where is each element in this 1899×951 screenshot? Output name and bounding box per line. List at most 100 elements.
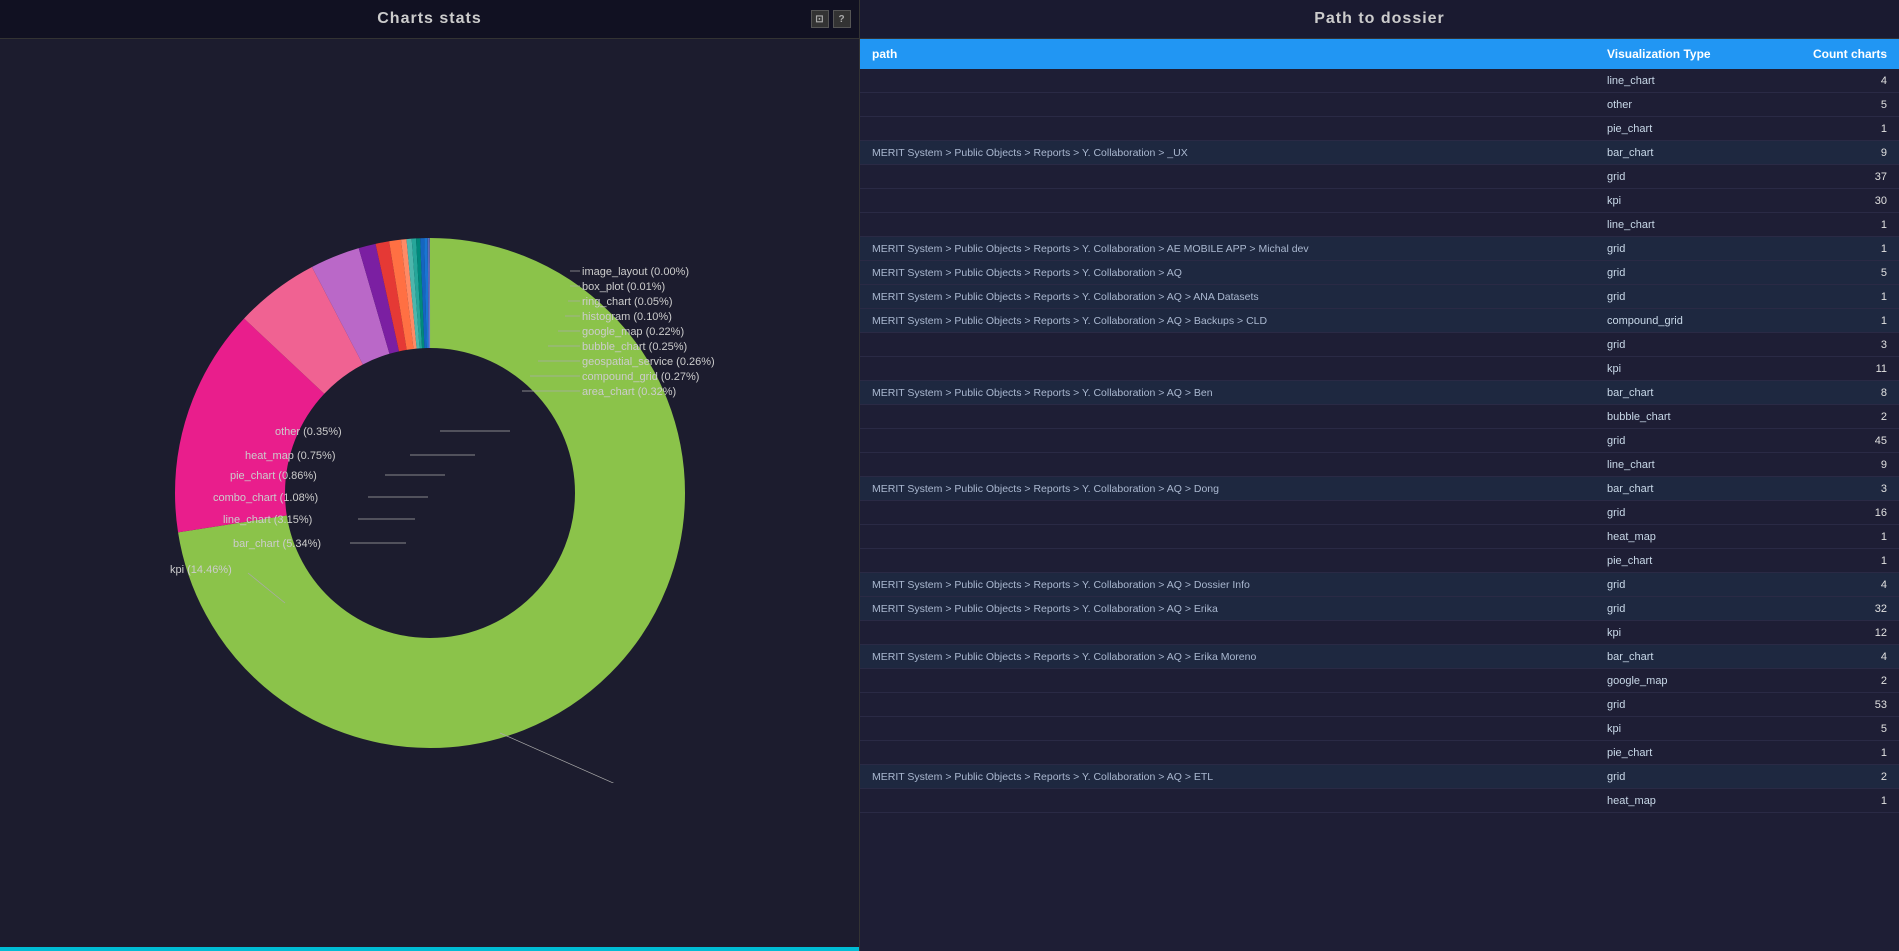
- svg-text:combo_chart (1.08%): combo_chart (1.08%): [213, 492, 318, 504]
- svg-text:geospatial_service (0.26%): geospatial_service (0.26%): [582, 356, 715, 368]
- table-row: MERIT System > Public Objects > Reports …: [860, 573, 1899, 597]
- col-path-header: path: [872, 47, 1607, 61]
- cell-viz-type: kpi: [1607, 627, 1787, 639]
- cell-count: 5: [1787, 267, 1887, 279]
- cell-count: 16: [1787, 507, 1887, 519]
- cell-count: 2: [1787, 771, 1887, 783]
- cell-path: MERIT System > Public Objects > Reports …: [872, 243, 1607, 255]
- col-count-header: Count charts: [1787, 47, 1887, 61]
- table-row: MERIT System > Public Objects > Reports …: [860, 309, 1899, 333]
- cell-viz-type: grid: [1607, 771, 1787, 783]
- cell-viz-type: compound_grid: [1607, 315, 1787, 327]
- cell-viz-type: line_chart: [1607, 459, 1787, 471]
- table-row: line_chart 4: [860, 69, 1899, 93]
- cell-viz-type: pie_chart: [1607, 123, 1787, 135]
- cell-count: 32: [1787, 603, 1887, 615]
- cell-path: MERIT System > Public Objects > Reports …: [872, 291, 1607, 303]
- table-row: kpi 11: [860, 357, 1899, 381]
- cell-path: MERIT System > Public Objects > Reports …: [872, 267, 1607, 279]
- table-row: grid 53: [860, 693, 1899, 717]
- cell-viz-type: heat_map: [1607, 531, 1787, 543]
- cell-count: 1: [1787, 219, 1887, 231]
- cell-viz-type: grid: [1607, 243, 1787, 255]
- cell-count: 1: [1787, 795, 1887, 807]
- chart-area: image_layout (0.00%) box_plot (0.01%) ri…: [0, 39, 859, 947]
- cell-path: MERIT System > Public Objects > Reports …: [872, 651, 1607, 663]
- cell-count: 4: [1787, 75, 1887, 87]
- table-row: google_map 2: [860, 669, 1899, 693]
- cell-viz-type: heat_map: [1607, 795, 1787, 807]
- cell-viz-type: grid: [1607, 435, 1787, 447]
- table-row: bubble_chart 2: [860, 405, 1899, 429]
- table-row: MERIT System > Public Objects > Reports …: [860, 765, 1899, 789]
- cell-count: 45: [1787, 435, 1887, 447]
- cell-viz-type: grid: [1607, 267, 1787, 279]
- restore-icon[interactable]: ⊡: [811, 10, 829, 28]
- svg-text:bubble_chart (0.25%): bubble_chart (0.25%): [582, 341, 687, 353]
- cell-count: 30: [1787, 195, 1887, 207]
- cell-count: 1: [1787, 243, 1887, 255]
- table-row: grid 16: [860, 501, 1899, 525]
- cell-count: 1: [1787, 531, 1887, 543]
- cell-count: 4: [1787, 579, 1887, 591]
- svg-text:ring_chart (0.05%): ring_chart (0.05%): [582, 296, 673, 308]
- cell-path: MERIT System > Public Objects > Reports …: [872, 387, 1607, 399]
- cell-count: 2: [1787, 411, 1887, 423]
- table-row: MERIT System > Public Objects > Reports …: [860, 477, 1899, 501]
- cell-count: 53: [1787, 699, 1887, 711]
- cell-count: 4: [1787, 651, 1887, 663]
- svg-text:bar_chart (5.34%): bar_chart (5.34%): [233, 538, 321, 550]
- cell-viz-type: grid: [1607, 291, 1787, 303]
- header-icons: ⊡ ?: [811, 10, 851, 28]
- cell-count: 1: [1787, 555, 1887, 567]
- cell-count: 9: [1787, 147, 1887, 159]
- table-row: MERIT System > Public Objects > Reports …: [860, 645, 1899, 669]
- help-icon[interactable]: ?: [833, 10, 851, 28]
- table-row: MERIT System > Public Objects > Reports …: [860, 285, 1899, 309]
- cell-count: 12: [1787, 627, 1887, 639]
- cell-path: MERIT System > Public Objects > Reports …: [872, 579, 1607, 591]
- table-row: line_chart 9: [860, 453, 1899, 477]
- cell-count: 5: [1787, 99, 1887, 111]
- table-row: pie_chart 1: [860, 549, 1899, 573]
- left-title: Charts stats: [377, 10, 481, 28]
- table-row: kpi 12: [860, 621, 1899, 645]
- table-row: grid 37: [860, 165, 1899, 189]
- cell-count: 3: [1787, 339, 1887, 351]
- table-row: MERIT System > Public Objects > Reports …: [860, 597, 1899, 621]
- cell-viz-type: bar_chart: [1607, 147, 1787, 159]
- cell-viz-type: line_chart: [1607, 219, 1787, 231]
- svg-text:line_chart (3.15%): line_chart (3.15%): [223, 514, 312, 526]
- cell-count: 1: [1787, 315, 1887, 327]
- table-row: kpi 5: [860, 717, 1899, 741]
- svg-text:google_map (0.22%): google_map (0.22%): [582, 326, 684, 338]
- table-row: other 5: [860, 93, 1899, 117]
- cell-viz-type: pie_chart: [1607, 555, 1787, 567]
- table-row: heat_map 1: [860, 789, 1899, 813]
- cell-viz-type: kpi: [1607, 363, 1787, 375]
- table-body[interactable]: line_chart 4 other 5 pie_chart 1 MERIT S…: [860, 69, 1899, 951]
- cell-path: MERIT System > Public Objects > Reports …: [872, 483, 1607, 495]
- svg-text:image_layout (0.00%): image_layout (0.00%): [582, 266, 689, 278]
- table-row: pie_chart 1: [860, 117, 1899, 141]
- table-row: MERIT System > Public Objects > Reports …: [860, 261, 1899, 285]
- cell-viz-type: bar_chart: [1607, 387, 1787, 399]
- cell-count: 5: [1787, 723, 1887, 735]
- cell-count: 1: [1787, 747, 1887, 759]
- right-header: Path to dossier: [860, 0, 1899, 39]
- cell-count: 3: [1787, 483, 1887, 495]
- table-row: kpi 30: [860, 189, 1899, 213]
- svg-text:box_plot (0.01%): box_plot (0.01%): [582, 281, 665, 293]
- cell-viz-type: grid: [1607, 171, 1787, 183]
- cell-count: 1: [1787, 123, 1887, 135]
- right-title: Path to dossier: [1314, 10, 1445, 27]
- cell-viz-type: grid: [1607, 579, 1787, 591]
- cell-viz-type: google_map: [1607, 675, 1787, 687]
- bottom-bar: [0, 947, 859, 951]
- right-panel: Path to dossier path Visualization Type …: [860, 0, 1899, 951]
- donut-svg: image_layout (0.00%) box_plot (0.01%) ri…: [140, 203, 720, 783]
- cell-count: 9: [1787, 459, 1887, 471]
- table-header: path Visualization Type Count charts: [860, 39, 1899, 69]
- svg-text:compound_grid (0.27%): compound_grid (0.27%): [582, 371, 699, 383]
- svg-text:kpi (14.46%): kpi (14.46%): [170, 564, 232, 576]
